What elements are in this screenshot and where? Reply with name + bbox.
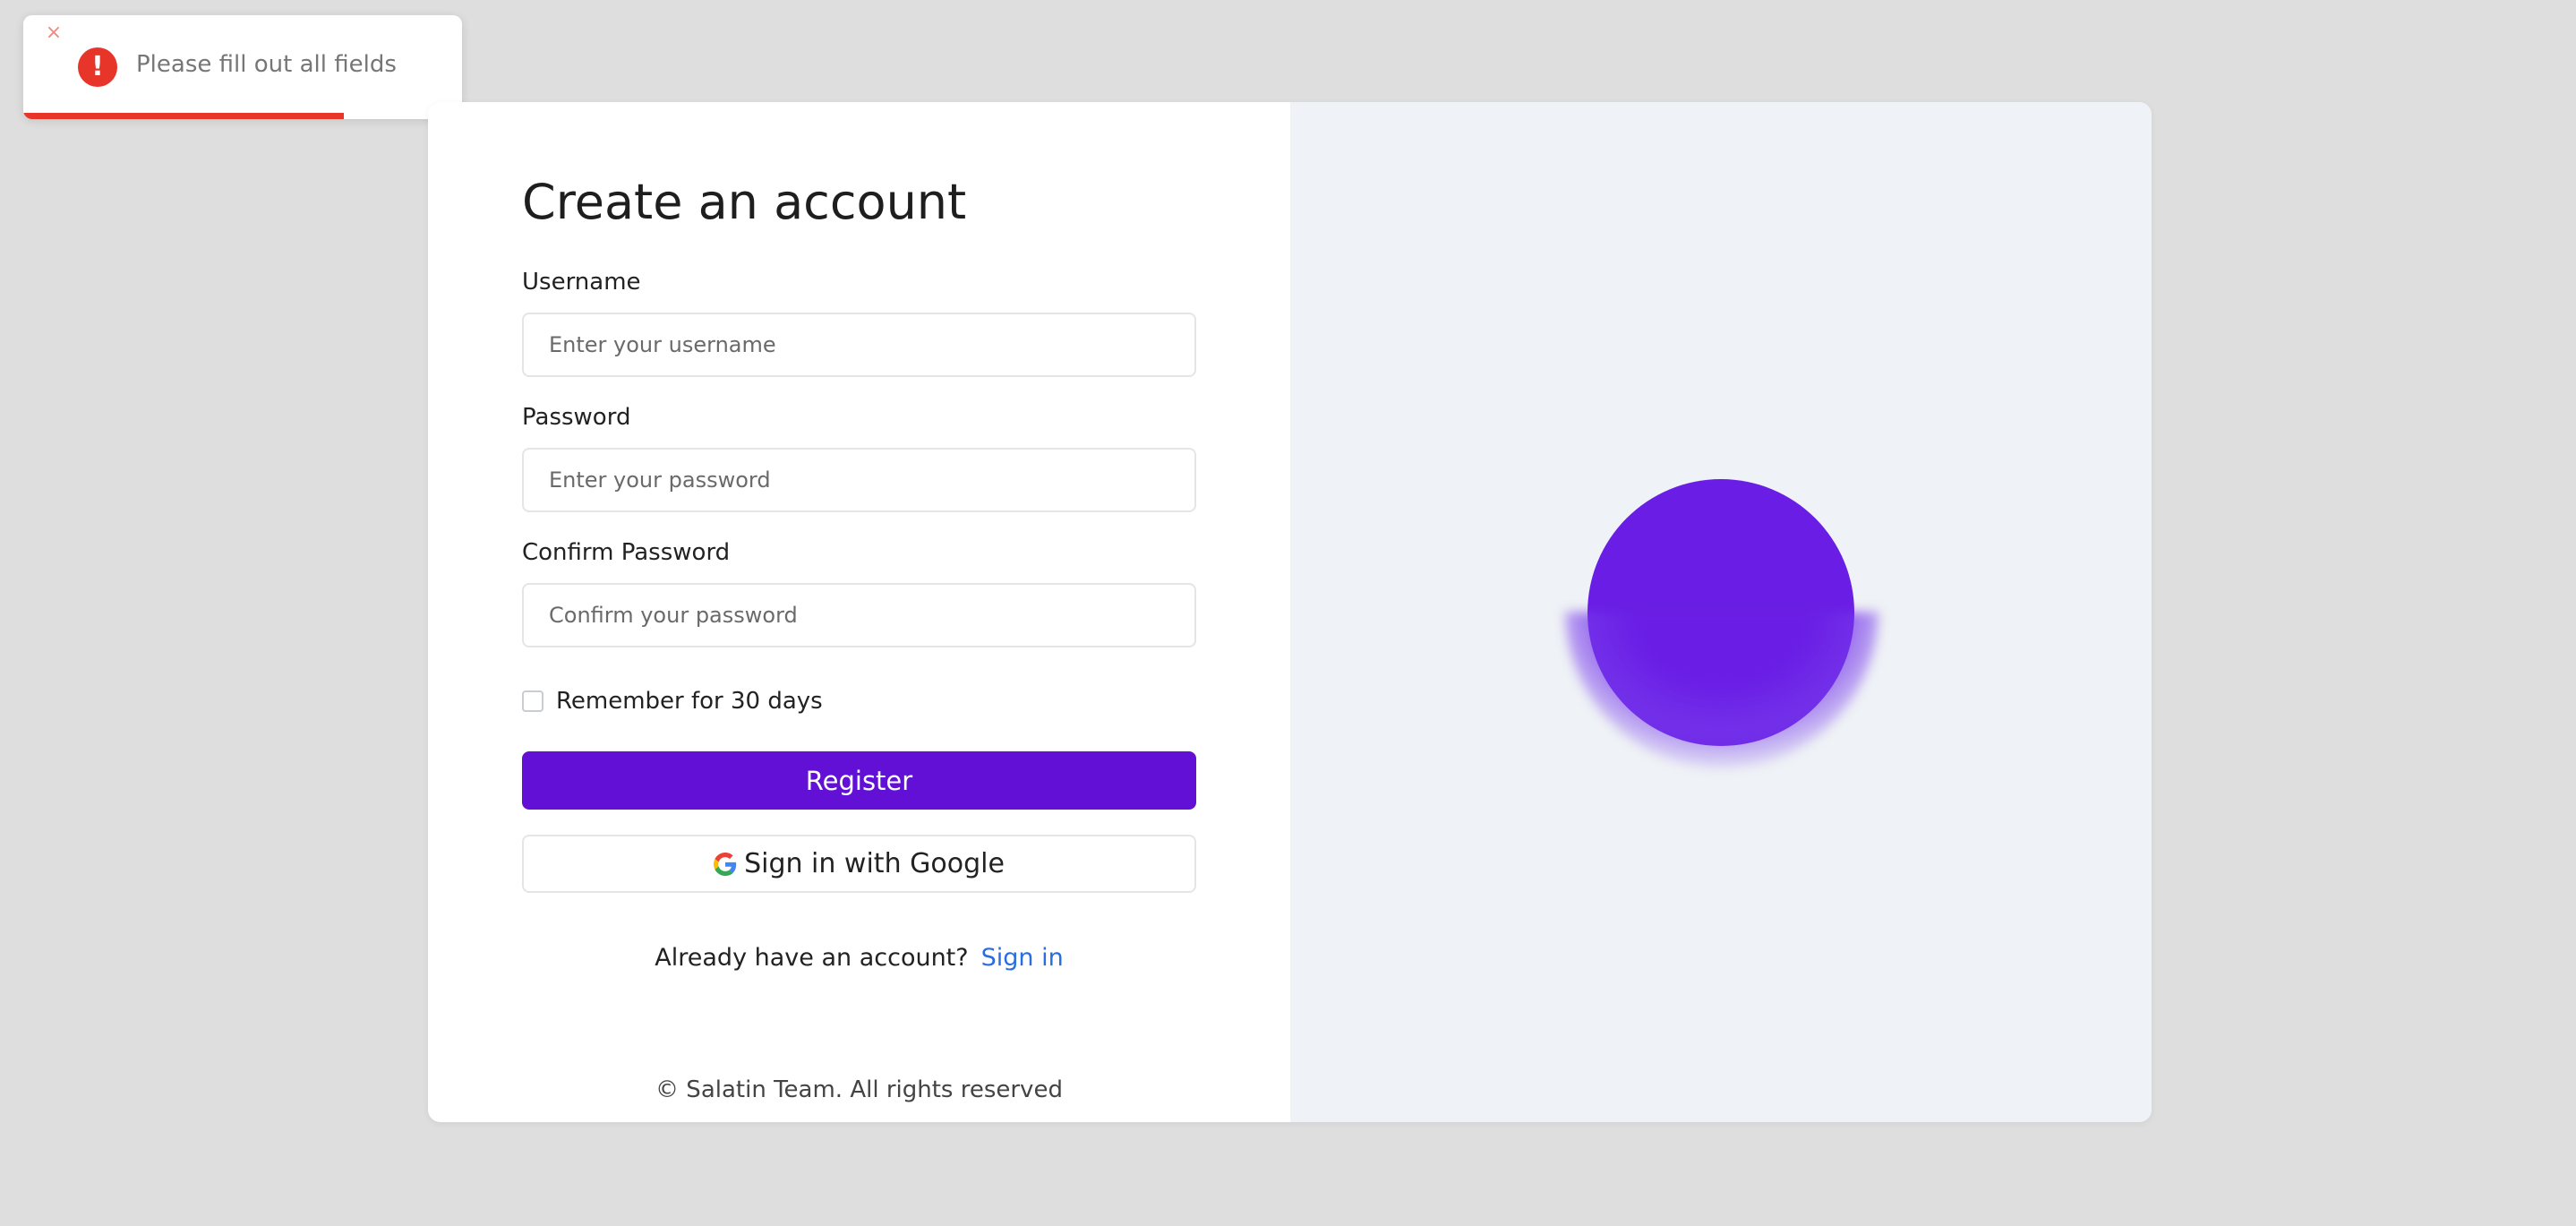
toast-progress-bar — [23, 113, 344, 119]
remember-checkbox[interactable] — [522, 690, 543, 712]
register-button[interactable]: Register — [522, 751, 1196, 810]
username-label: Username — [522, 269, 641, 296]
already-account-text: Already have an account? — [655, 944, 969, 972]
google-icon — [714, 852, 737, 876]
password-label: Password — [522, 404, 631, 431]
signin-link[interactable]: Sign in — [981, 944, 1064, 972]
error-toast: × ! Please fill out all fields — [23, 15, 462, 119]
signin-prompt: Already have an account? Sign in — [428, 944, 1290, 972]
toast-message: Please fill out all fields — [136, 51, 397, 78]
username-input[interactable] — [522, 313, 1196, 377]
google-signin-button[interactable]: Sign in with Google — [522, 835, 1196, 893]
footer-copyright: © Salatin Team. All rights reserved — [655, 1076, 1063, 1103]
register-card: Create an account Username Password Conf… — [428, 102, 2152, 1122]
toast-close-icon[interactable]: × — [45, 23, 63, 43]
error-icon: ! — [78, 47, 117, 87]
remember-label[interactable]: Remember for 30 days — [556, 688, 823, 715]
confirm-password-label: Confirm Password — [522, 539, 731, 566]
confirm-password-input[interactable] — [522, 583, 1196, 647]
form-pane: Create an account Username Password Conf… — [428, 102, 1290, 1122]
page-title: Create an account — [522, 174, 967, 230]
password-input[interactable] — [522, 448, 1196, 512]
remember-row[interactable]: Remember for 30 days — [522, 688, 823, 715]
google-button-label: Sign in with Google — [744, 848, 1005, 879]
